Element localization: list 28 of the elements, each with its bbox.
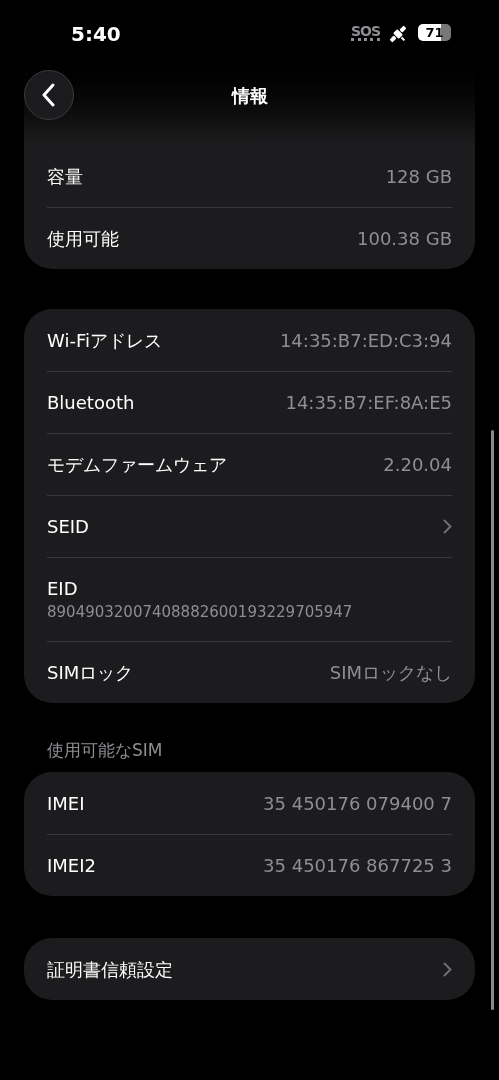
- row-label: EID: [47, 578, 79, 599]
- row-label: Wi-Fiアドレス: [47, 328, 162, 353]
- chevron-icon: [443, 519, 452, 534]
- row-value: 14:35:B7:ED:C3:94: [279, 330, 452, 351]
- row-value: SIMロックなし: [329, 660, 452, 685]
- row-value: 2.20.04: [383, 454, 452, 475]
- row-label: SIMロック: [47, 660, 134, 685]
- status-time: 5:40: [71, 22, 121, 46]
- row-label: IMEI: [47, 793, 85, 814]
- row-label: Bluetooth: [47, 392, 135, 413]
- row-value: 35 450176 867725 3: [263, 855, 452, 876]
- row-value: 128 GB: [385, 166, 452, 187]
- row-label: SEID: [47, 516, 89, 537]
- row-label: モデムファームウェア: [47, 452, 227, 477]
- row-label: 容量: [47, 164, 83, 189]
- row-value: 14:35:B7:EF:8A:E5: [285, 392, 452, 413]
- row-value: 89049032007408882600193229705947: [47, 603, 353, 621]
- section-header: 使用可能なSIM: [46, 739, 164, 762]
- battery-indicator: 71: [418, 24, 451, 41]
- row-label: IMEI2: [47, 855, 96, 876]
- page-title: 情報: [230, 84, 269, 108]
- chevron-icon: [443, 962, 452, 977]
- row-value: 100.38 GB: [357, 228, 452, 249]
- row-label: 証明書信頼設定: [47, 957, 173, 982]
- back-icon: [42, 83, 56, 107]
- row-label: 使用可能: [47, 226, 119, 251]
- sos-indicator: SOS: [351, 24, 381, 41]
- row-value: 35 450176 079400 7: [263, 793, 452, 814]
